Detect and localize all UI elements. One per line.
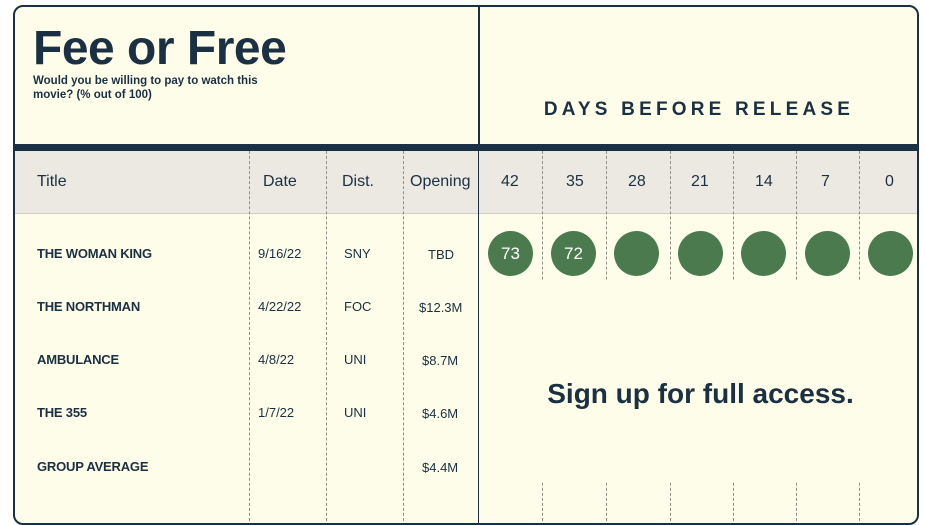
row-title[interactable]: THE NORTHMAN (37, 299, 140, 314)
header-divider (478, 7, 480, 144)
sign-up-link[interactable]: Sign up for full access. (480, 378, 917, 410)
column-header-day-7: 7 (821, 173, 830, 190)
score-circle: 73 (488, 231, 533, 276)
row-date: 4/22/22 (258, 299, 302, 314)
column-header-day-28: 28 (628, 173, 646, 190)
row-date: 4/8/22 (258, 352, 295, 367)
fee-or-free-card: Fee or Free Would you be willing to pay … (13, 5, 919, 525)
row-dist: UNI (344, 405, 367, 420)
column-divider (326, 151, 327, 523)
column-divider (478, 151, 479, 523)
row-opening: $4.4M (422, 460, 459, 475)
header-left: Fee or Free Would you be willing to pay … (15, 7, 478, 144)
row-dist: UNI (344, 352, 367, 367)
score-circle (614, 231, 659, 276)
score-circle (805, 231, 850, 276)
page-title: Fee or Free (33, 22, 287, 75)
column-header-dist[interactable]: Dist. (342, 151, 374, 213)
score-circle: 72 (551, 231, 596, 276)
column-header-day-42: 42 (501, 173, 519, 190)
row-opening: TBD (428, 247, 454, 262)
column-header-day-35: 35 (566, 173, 584, 190)
row-title[interactable]: THE WOMAN KING (37, 246, 152, 261)
column-header-date[interactable]: Date (263, 151, 297, 213)
column-divider (249, 151, 250, 523)
row-title[interactable]: AMBULANCE (37, 352, 119, 367)
row-date: 9/16/22 (258, 246, 302, 261)
column-header-day-21: 21 (691, 173, 709, 190)
column-header-opening[interactable]: Opening (410, 151, 471, 213)
header-rule (15, 144, 917, 151)
row-opening: $4.6M (422, 406, 459, 421)
row-dist: FOC (344, 299, 372, 314)
row-title[interactable]: GROUP AVERAGE (37, 459, 148, 474)
row-opening: $8.7M (422, 353, 459, 368)
score-circle (741, 231, 786, 276)
days-before-release-heading: DAYS BEFORE RELEASE (543, 99, 855, 120)
score-circle (678, 231, 723, 276)
row-dist: SNY (344, 246, 371, 261)
page-subtitle: Would you be willing to pay to watch thi… (33, 75, 258, 101)
column-header-title[interactable]: Title (37, 151, 67, 213)
row-opening: $12.3M (419, 300, 463, 315)
score-circle (868, 231, 913, 276)
column-header-day-0: 0 (885, 173, 894, 190)
column-divider (403, 151, 404, 523)
row-title[interactable]: THE 355 (37, 405, 87, 420)
row-date: 1/7/22 (258, 405, 295, 420)
column-header-day-14: 14 (755, 173, 773, 190)
